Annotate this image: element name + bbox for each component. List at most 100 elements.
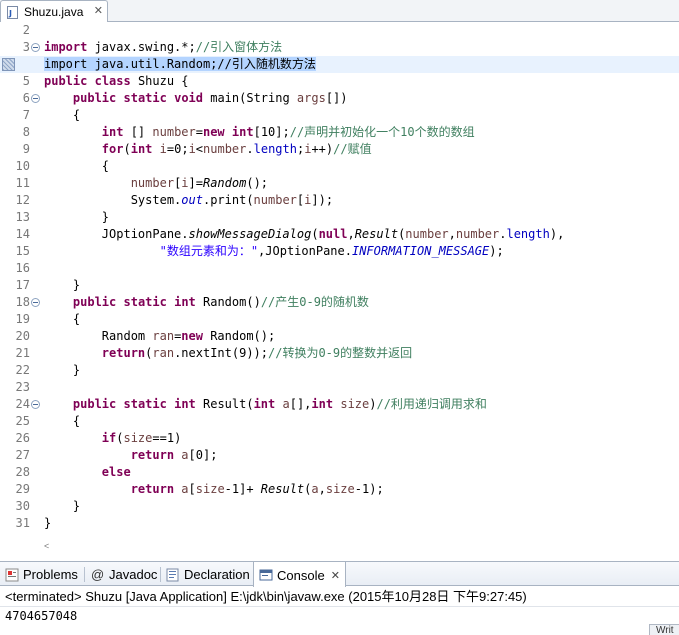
tab-javadoc[interactable]: @ Javadoc: [86, 562, 162, 587]
tab-declaration[interactable]: Declaration: [161, 562, 255, 587]
code-line[interactable]: 13 }: [0, 209, 679, 226]
code-token: ,: [448, 227, 456, 241]
tab-console[interactable]: Console ✕: [253, 562, 346, 588]
code-token: //声明并初始化一个10个数的数组: [289, 125, 475, 139]
svg-text:J: J: [8, 9, 12, 18]
code-line[interactable]: 19 {: [0, 311, 679, 328]
code-line[interactable]: 14 JOptionPane.showMessageDialog(null,Re…: [0, 226, 679, 243]
code-line[interactable]: 30 }: [0, 498, 679, 515]
code-line[interactable]: 8 int [] number=new int[10];//声明并初始化一个10…: [0, 124, 679, 141]
tab-separator: [84, 567, 85, 582]
code-token: Result: [260, 482, 305, 496]
code-token: size: [340, 397, 370, 411]
code-lines[interactable]: 2 3 import javax.swing.*;//引入窗体方法 import ja…: [0, 22, 679, 532]
line-number: 21: [15, 346, 30, 360]
code-token: showMessageDialog: [188, 227, 312, 241]
views-tab-bar: Problems @ Javadoc Declaration Console ✕: [0, 561, 679, 588]
code-line[interactable]: 31}: [0, 515, 679, 532]
code-token: int: [253, 397, 276, 411]
code-token: Shuzu {: [130, 74, 189, 88]
code-token: [0];: [188, 448, 218, 462]
code-line[interactable]: 27 return a[0];: [0, 447, 679, 464]
code-line[interactable]: 10 {: [0, 158, 679, 175]
code-line[interactable]: 28 else: [0, 464, 679, 481]
code-text: number[i]=Random();: [44, 175, 268, 192]
code-line[interactable]: 12 System.out.print(number[i]);: [0, 192, 679, 209]
code-text: public static int Result(int a[],int siz…: [44, 396, 487, 413]
code-line[interactable]: 23: [0, 379, 679, 396]
code-line[interactable]: 24 public static int Result(int a[],int …: [0, 396, 679, 413]
editor-tab-shuzu-java[interactable]: J Shuzu.java ✕: [0, 0, 108, 23]
code-token: main(String: [203, 91, 297, 105]
code-text: public static void main(String args[]): [44, 90, 348, 107]
code-line[interactable]: 26 if(size==1): [0, 430, 679, 447]
code-token: int: [311, 397, 334, 411]
line-number: 26: [15, 431, 30, 445]
code-token: }: [44, 278, 81, 292]
code-token: new: [181, 329, 203, 343]
code-token: a: [282, 397, 290, 411]
code-text: System.out.print(number[i]);: [44, 192, 333, 209]
line-number: 25: [15, 414, 30, 428]
code-token: //产生0-9的随机数: [260, 295, 369, 309]
code-line[interactable]: 16: [0, 260, 679, 277]
code-token: "数组元素和为：": [159, 244, 259, 258]
code-token: public: [72, 91, 117, 105]
code-token: (: [311, 227, 319, 241]
code-line[interactable]: 11 number[i]=Random();: [0, 175, 679, 192]
problems-icon: [5, 568, 19, 582]
code-token: a: [181, 448, 189, 462]
fold-toggle-icon[interactable]: [31, 94, 40, 103]
code-editor[interactable]: 2 3 import javax.swing.*;//引入窗体方法 import ja…: [0, 22, 679, 551]
code-line[interactable]: 21 return(ran.nextInt(9));//转换为0-9的整数并返回: [0, 345, 679, 362]
code-line[interactable]: 15 "数组元素和为：",JOptionPane.INFORMATION_MES…: [0, 243, 679, 260]
fold-toggle-icon[interactable]: [31, 43, 40, 52]
scroll-left-icon[interactable]: <: [44, 541, 49, 551]
fold-toggle-icon[interactable]: [31, 400, 40, 409]
code-line[interactable]: 29 return a[size-1]+ Result(a,size-1);: [0, 481, 679, 498]
code-token: [],: [289, 397, 312, 411]
line-number: 9: [22, 142, 30, 156]
line-number: 13: [15, 210, 30, 224]
line-number: 31: [15, 516, 30, 530]
code-token: for: [101, 142, 124, 156]
code-line[interactable]: import java.util.Random;//引入随机数方法: [0, 56, 679, 73]
close-console-icon[interactable]: ✕: [331, 569, 340, 582]
code-line[interactable]: 18 public static int Random()//产生0-9的随机数: [0, 294, 679, 311]
code-token: =0;: [166, 142, 189, 156]
code-token: <: [195, 142, 204, 156]
code-line[interactable]: 6 public static void main(String args[]): [0, 90, 679, 107]
fold-toggle-icon[interactable]: [31, 298, 40, 307]
code-line[interactable]: 7 {: [0, 107, 679, 124]
code-line[interactable]: 3 import javax.swing.*;//引入窗体方法: [0, 39, 679, 56]
declaration-icon: [166, 568, 180, 582]
code-line[interactable]: 5 public class Shuzu {: [0, 73, 679, 90]
line-number: 14: [15, 227, 30, 241]
code-line[interactable]: 2: [0, 22, 679, 39]
code-line[interactable]: 17 }: [0, 277, 679, 294]
code-line[interactable]: 22 }: [0, 362, 679, 379]
code-token: static: [123, 295, 167, 309]
code-text: return a[size-1]+ Result(a,size-1);: [44, 481, 384, 498]
code-token: new: [202, 125, 225, 139]
code-token: Random: [202, 176, 247, 190]
code-token: ==1): [152, 431, 182, 445]
console-output[interactable]: 4704657048: [0, 607, 679, 625]
code-line[interactable]: 25 {: [0, 413, 679, 430]
code-token: }: [44, 499, 81, 513]
horizontal-scrollbar[interactable]: <: [0, 539, 679, 559]
line-number: 3: [22, 40, 30, 54]
close-tab-icon[interactable]: ✕: [94, 4, 103, 17]
code-line[interactable]: 20 Random ran=new Random();: [0, 328, 679, 345]
code-token: System.: [44, 193, 182, 207]
tab-problems[interactable]: Problems: [0, 562, 83, 587]
code-token: .nextInt(9));: [174, 346, 268, 360]
code-token: return: [130, 482, 175, 496]
code-line[interactable]: 9 for(int i=0;i<number.length;i++)//赋值: [0, 141, 679, 158]
code-token: =: [195, 125, 203, 139]
